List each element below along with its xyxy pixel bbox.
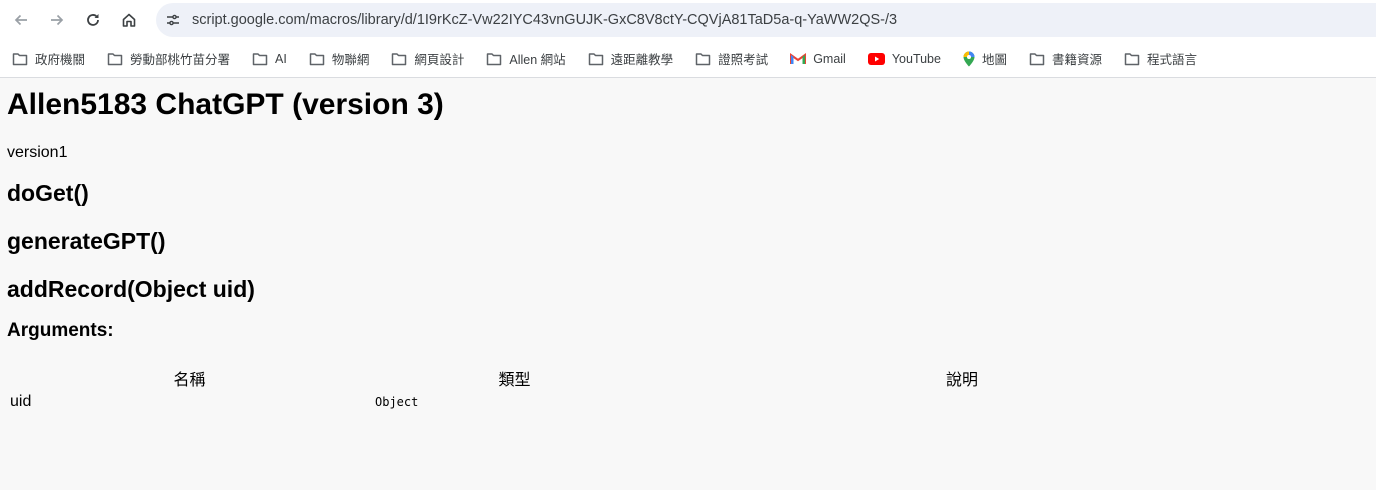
folder-icon	[1124, 52, 1147, 66]
bookmark-item[interactable]: 網頁設計	[391, 49, 464, 68]
bookmark-item[interactable]: 勞動部桃竹苗分署	[107, 49, 230, 68]
folder-icon	[12, 52, 35, 66]
bookmark-label: 物聯網	[331, 53, 370, 67]
bookmark-label: Allen 網站	[509, 53, 566, 67]
site-settings-icon[interactable]	[164, 11, 182, 29]
column-header-name: 名稱	[173, 370, 206, 389]
reload-icon[interactable]	[81, 8, 105, 32]
table-header-row: 名稱 類型 說明	[7, 364, 1267, 392]
back-arrow-icon[interactable]	[9, 8, 33, 32]
bookmark-label: 地圖	[981, 53, 1007, 67]
bookmark-label: 網頁設計	[414, 53, 465, 67]
table-row: uid Object	[7, 392, 1267, 412]
folder-icon	[486, 52, 509, 66]
bookmark-label: Gmail	[813, 51, 846, 66]
bookmark-label: 程式語言	[1147, 53, 1198, 67]
bookmark-item[interactable]: Allen 網站	[486, 49, 566, 68]
bookmark-label: YouTube	[891, 51, 941, 66]
function-heading-doget: doGet()	[7, 180, 89, 206]
address-bar[interactable]: script.google.com/macros/library/d/1I9rK…	[156, 3, 1376, 37]
home-icon[interactable]	[117, 8, 141, 32]
bookmark-label: 遠距離教學	[610, 53, 674, 67]
arguments-table: 名稱 類型 說明 uid Object	[7, 364, 1267, 412]
forward-arrow-icon[interactable]	[45, 8, 69, 32]
column-header-type: 類型	[498, 370, 531, 389]
folder-icon	[391, 52, 414, 66]
argument-description	[657, 392, 1267, 412]
column-header-description: 說明	[945, 370, 978, 389]
maps-pin-icon	[963, 51, 982, 67]
address-url[interactable]: script.google.com/macros/library/d/1I9rK…	[192, 12, 897, 28]
function-heading-addrecord: addRecord(Object uid)	[7, 276, 255, 302]
bookmark-item[interactable]: 證照考試	[695, 49, 768, 68]
bookmark-label: 書籍資源	[1051, 53, 1102, 67]
page-title: Allen5183 ChatGPT (version 3)	[7, 88, 444, 121]
youtube-icon	[867, 52, 892, 65]
bookmarks-bar: 政府機關 勞動部桃竹苗分署 AI 物聯網 網頁設計 Allen 網站 遠距離教學 證照考試 Gm…	[0, 40, 1376, 78]
arguments-heading: Arguments:	[7, 320, 114, 341]
argument-name: uid	[10, 393, 32, 410]
bookmark-item[interactable]: 書籍資源	[1029, 49, 1102, 68]
gmail-icon	[790, 52, 813, 65]
folder-icon	[695, 52, 718, 66]
bookmark-label: AI	[275, 51, 287, 66]
bookmark-item[interactable]: 政府機關	[12, 49, 85, 68]
bookmark-item[interactable]: 物聯網	[309, 49, 370, 68]
bookmark-label: 政府機關	[35, 53, 86, 67]
bookmark-item[interactable]: AI	[252, 52, 287, 66]
browser-toolbar: script.google.com/macros/library/d/1I9rK…	[0, 0, 1376, 40]
bookmark-item[interactable]: 程式語言	[1124, 49, 1197, 68]
bookmark-label: 證照考試	[718, 53, 769, 67]
bookmark-item[interactable]: 遠距離教學	[588, 49, 674, 68]
argument-type: Object	[375, 395, 419, 409]
bookmark-item[interactable]: 地圖	[963, 49, 1007, 68]
folder-icon	[252, 52, 275, 66]
function-heading-generategpt: generateGPT()	[7, 228, 166, 254]
version-description: version1	[7, 144, 68, 161]
bookmark-item[interactable]: Gmail	[790, 52, 846, 66]
folder-icon	[107, 52, 130, 66]
bookmark-item[interactable]: YouTube	[867, 51, 941, 66]
folder-icon	[588, 52, 611, 66]
library-doc: Allen5183 ChatGPT (version 3) version1 d…	[0, 86, 1376, 412]
bookmark-label: 勞動部桃竹苗分署	[130, 53, 231, 67]
folder-icon	[1029, 52, 1052, 66]
folder-icon	[309, 52, 332, 66]
